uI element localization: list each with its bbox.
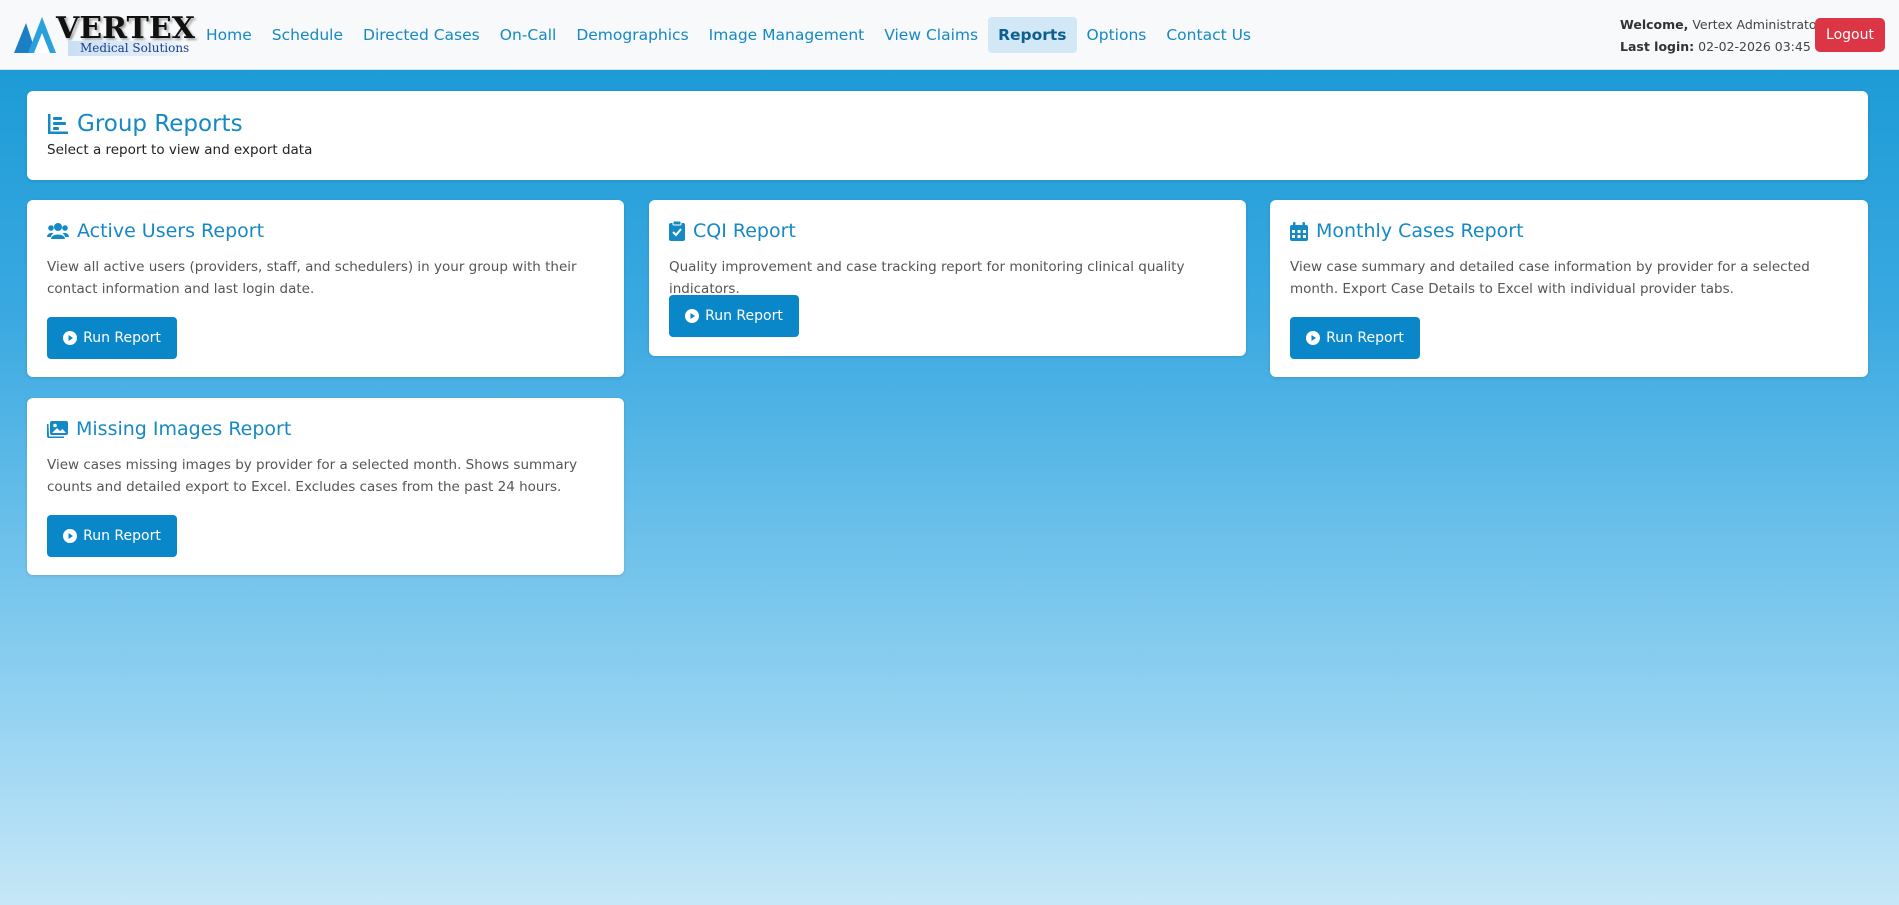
- page-header-card: Group Reports Select a report to view an…: [27, 91, 1868, 180]
- report-card-monthly-cases: Monthly Cases Report View case summary a…: [1270, 200, 1868, 377]
- calendar-icon: [1290, 221, 1308, 241]
- report-title-text: Monthly Cases Report: [1316, 220, 1524, 242]
- play-circle-icon: [63, 331, 78, 345]
- report-title-text: Active Users Report: [77, 220, 265, 242]
- play-circle-icon: [1306, 331, 1321, 345]
- run-report-label: Run Report: [83, 330, 161, 346]
- nav-demographics[interactable]: Demographics: [566, 17, 698, 53]
- report-title-text: Missing Images Report: [76, 418, 292, 440]
- images-icon: [47, 420, 68, 438]
- page-title-text: Group Reports: [77, 111, 243, 137]
- logo-mark-icon: [14, 17, 56, 53]
- report-description: View all active users (providers, staff,…: [47, 259, 577, 297]
- run-report-button[interactable]: Run Report: [47, 515, 177, 557]
- brand-tagline: Medical Solutions: [68, 41, 189, 56]
- report-card-cqi: CQI Report Quality improvement and case …: [649, 200, 1246, 356]
- report-description: Quality improvement and case tracking re…: [669, 259, 1185, 297]
- last-login-value: 02-02-2026 03:45: [1698, 39, 1811, 54]
- navbar: VERTEX Medical Solutions Home Schedule D…: [0, 0, 1899, 70]
- brand-logo[interactable]: VERTEX Medical Solutions: [12, 11, 195, 57]
- page-subtitle: Select a report to view and export data: [47, 142, 313, 158]
- users-icon: [47, 222, 69, 240]
- play-circle-icon: [685, 309, 700, 323]
- report-title: Missing Images Report: [47, 418, 291, 440]
- run-report-button[interactable]: Run Report: [1290, 317, 1420, 359]
- report-title-text: CQI Report: [693, 220, 796, 242]
- nav-image-management[interactable]: Image Management: [699, 17, 875, 53]
- play-circle-icon: [63, 529, 78, 543]
- nav-directed-cases[interactable]: Directed Cases: [353, 17, 490, 53]
- user-name: Vertex Administrator: [1692, 17, 1822, 32]
- welcome-label: Welcome,: [1620, 17, 1689, 32]
- report-description: View cases missing images by provider fo…: [47, 457, 578, 495]
- run-report-button[interactable]: Run Report: [669, 295, 799, 337]
- run-report-label: Run Report: [1326, 330, 1404, 346]
- run-report-button[interactable]: Run Report: [47, 317, 177, 359]
- nav-on-call[interactable]: On-Call: [490, 17, 567, 53]
- report-description: View case summary and detailed case info…: [1290, 259, 1810, 297]
- last-login-label: Last login:: [1620, 39, 1695, 54]
- run-report-label: Run Report: [83, 528, 161, 544]
- report-title: CQI Report: [669, 220, 796, 242]
- report-title: Monthly Cases Report: [1290, 220, 1524, 242]
- main-nav: Home Schedule Directed Cases On-Call Dem…: [196, 17, 1261, 53]
- report-card-missing-images: Missing Images Report View cases missing…: [27, 398, 624, 575]
- nav-contact-us[interactable]: Contact Us: [1156, 17, 1261, 53]
- nav-home[interactable]: Home: [196, 17, 262, 53]
- page-title: Group Reports: [47, 111, 243, 137]
- run-report-label: Run Report: [705, 308, 783, 324]
- report-card-active-users: Active Users Report View all active user…: [27, 200, 624, 377]
- nav-options[interactable]: Options: [1077, 17, 1157, 53]
- report-title: Active Users Report: [47, 220, 264, 242]
- clipboard-check-icon: [669, 221, 685, 241]
- bar-chart-icon: [47, 113, 69, 135]
- user-info: Welcome, Vertex Administrator Last login…: [1620, 14, 1822, 58]
- logout-button[interactable]: Logout: [1815, 18, 1885, 52]
- nav-reports[interactable]: Reports: [988, 17, 1077, 53]
- nav-view-claims[interactable]: View Claims: [874, 17, 988, 53]
- nav-schedule[interactable]: Schedule: [262, 17, 353, 53]
